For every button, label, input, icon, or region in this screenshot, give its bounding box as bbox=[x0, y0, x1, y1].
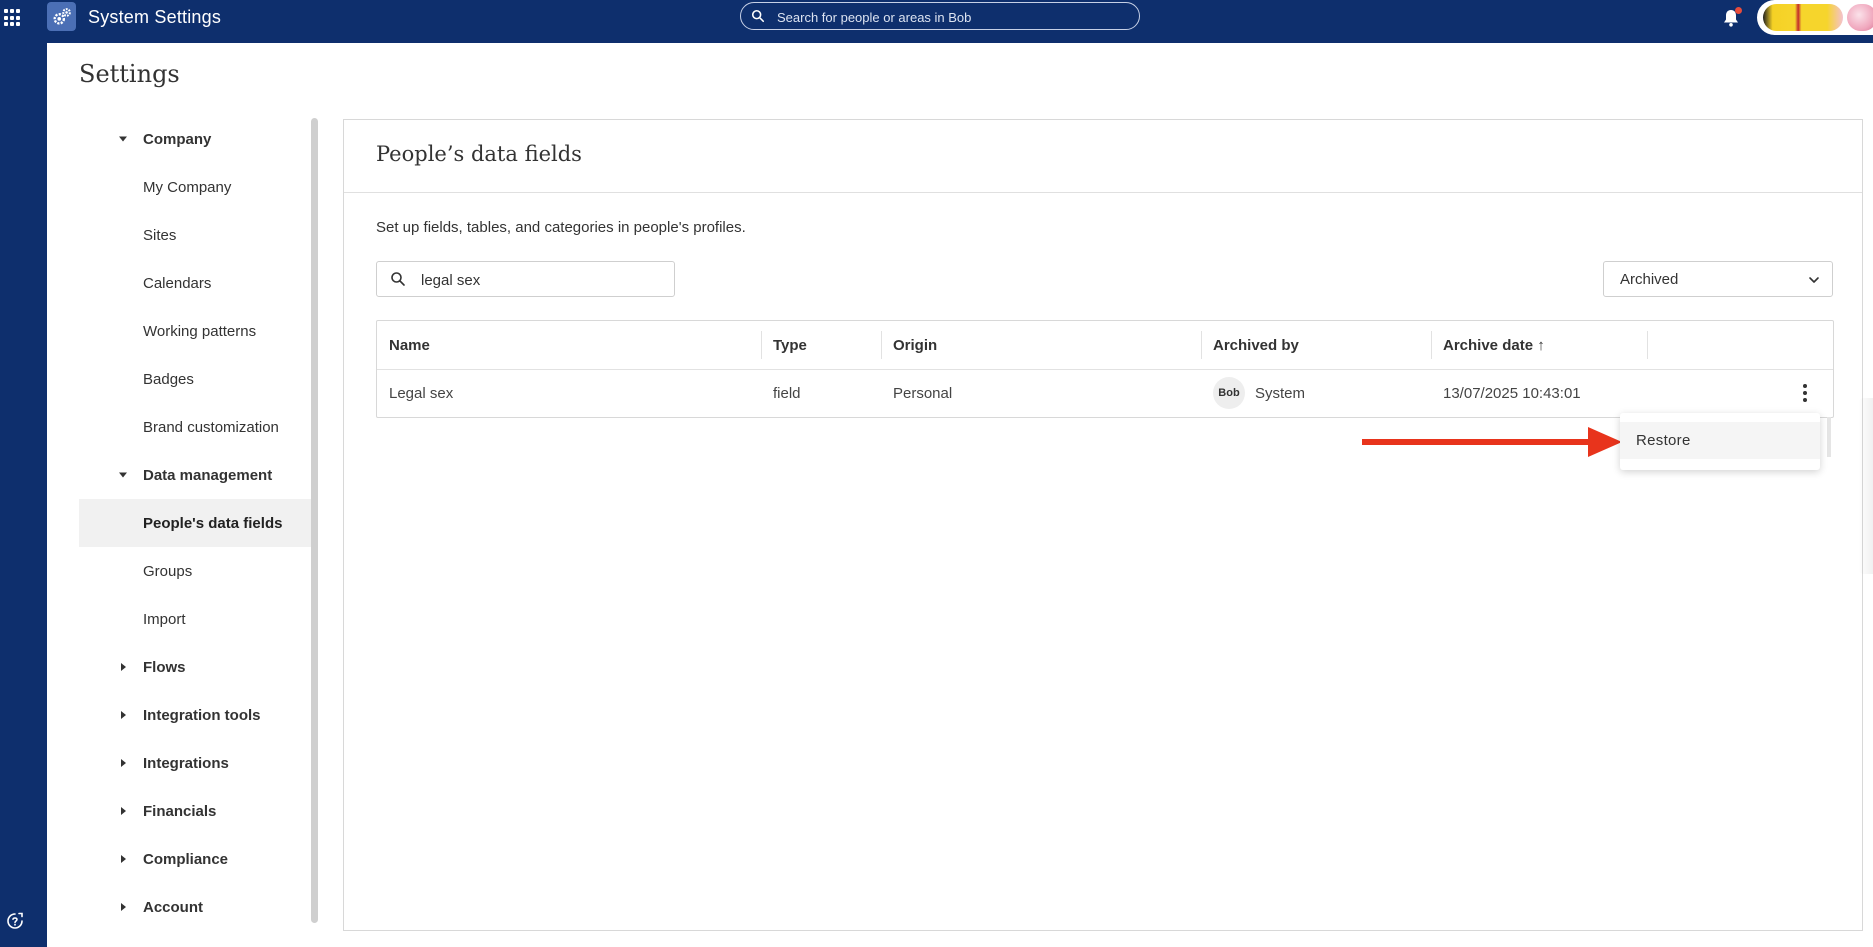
nav-label: Integration tools bbox=[143, 706, 261, 724]
nav-item-brand-customization[interactable]: Brand customization bbox=[79, 403, 313, 451]
settings-gears-icon bbox=[47, 2, 76, 31]
nav-label: Compliance bbox=[143, 850, 229, 868]
nav-label: Account bbox=[143, 898, 203, 916]
column-header-archived-by[interactable]: Archived by bbox=[1213, 321, 1299, 369]
side-panel-edge bbox=[1858, 398, 1873, 574]
caret-right-icon bbox=[121, 711, 126, 719]
nav-item-my-company[interactable]: My Company bbox=[79, 163, 313, 211]
column-resizer[interactable] bbox=[1647, 331, 1648, 359]
global-search-input[interactable] bbox=[775, 6, 1129, 28]
nav-label: Badges bbox=[143, 370, 194, 388]
help-icon[interactable] bbox=[6, 912, 24, 930]
caret-down-icon bbox=[119, 472, 127, 478]
nav-label: Sites bbox=[143, 226, 177, 244]
nav-item-groups[interactable]: Groups bbox=[79, 547, 313, 595]
data-fields-panel: People’s data fields Set up fields, tabl… bbox=[343, 119, 1863, 931]
panel-description: Set up fields, tables, and categories in… bbox=[376, 219, 746, 236]
column-resizer[interactable] bbox=[881, 331, 882, 359]
app-title: System Settings bbox=[88, 7, 222, 27]
nav-label: People's data fields bbox=[143, 514, 283, 532]
panel-title: People’s data fields bbox=[376, 142, 582, 166]
nav-group-integration-tools[interactable]: Integration tools bbox=[79, 691, 313, 739]
nav-scrollbar[interactable] bbox=[311, 118, 318, 923]
search-icon bbox=[751, 9, 765, 23]
nav-group-flows[interactable]: Flows bbox=[79, 643, 313, 691]
nav-item-sites[interactable]: Sites bbox=[79, 211, 313, 259]
column-header-type[interactable]: Type bbox=[773, 321, 807, 369]
row-scrollbar[interactable] bbox=[1827, 417, 1831, 457]
cell-origin: Personal bbox=[893, 384, 953, 402]
nav-label: Company bbox=[143, 130, 212, 148]
nav-label: Brand customization bbox=[143, 418, 279, 436]
caret-down-icon bbox=[119, 136, 127, 142]
column-resizer[interactable] bbox=[1431, 331, 1432, 359]
archived-fields-table: Name Type Origin Archived by Archive dat… bbox=[376, 320, 1834, 457]
caret-right-icon bbox=[121, 855, 126, 863]
panel-divider bbox=[344, 192, 1862, 193]
nav-label: My Company bbox=[143, 178, 232, 196]
cell-name: Legal sex bbox=[389, 384, 454, 402]
caret-right-icon bbox=[121, 663, 126, 671]
nav-label: Groups bbox=[143, 562, 193, 580]
column-resizer[interactable] bbox=[1201, 331, 1202, 359]
archived-by-name: System bbox=[1255, 384, 1306, 402]
restore-label: Restore bbox=[1636, 432, 1691, 449]
nav-group-account[interactable]: Account bbox=[79, 883, 313, 931]
nav-label: Import bbox=[143, 610, 186, 628]
nav-label: Calendars bbox=[143, 274, 212, 292]
caret-right-icon bbox=[121, 807, 126, 815]
cell-type: field bbox=[773, 384, 801, 402]
status-filter-value: Archived bbox=[1620, 271, 1679, 288]
table-header: Name Type Origin Archived by Archive dat… bbox=[377, 321, 1833, 370]
nav-label: Working patterns bbox=[143, 322, 257, 340]
user-avatar[interactable] bbox=[1757, 0, 1873, 35]
bob-avatar: Bob bbox=[1213, 377, 1245, 409]
column-header-name[interactable]: Name bbox=[389, 321, 430, 369]
nav-label: Integrations bbox=[143, 754, 229, 772]
column-header-archive-date[interactable]: Archive date ↑ bbox=[1443, 321, 1545, 369]
nav-group-data-management[interactable]: Data management bbox=[79, 451, 313, 499]
nav-group-company[interactable]: Company bbox=[79, 115, 313, 163]
more-options-icon[interactable] bbox=[1797, 381, 1813, 405]
cell-archive-date: 13/07/2025 10:43:01 bbox=[1443, 384, 1581, 402]
caret-right-icon bbox=[121, 759, 126, 767]
nav-group-integrations[interactable]: Integrations bbox=[79, 739, 313, 787]
cell-archived-by: Bob System bbox=[1213, 369, 1305, 417]
nav-group-financials[interactable]: Financials bbox=[79, 787, 313, 835]
column-header-origin[interactable]: Origin bbox=[893, 321, 937, 369]
avatar-image bbox=[1763, 4, 1843, 31]
restore-menu-item[interactable]: Restore bbox=[1620, 422, 1820, 459]
top-bar: System Settings bbox=[0, 0, 1873, 35]
nav-item-peoples-data-fields[interactable]: People's data fields bbox=[79, 499, 313, 547]
avatar-image-secondary bbox=[1847, 4, 1873, 31]
nav-item-working-patterns[interactable]: Working patterns bbox=[79, 307, 313, 355]
nav-item-calendars[interactable]: Calendars bbox=[79, 259, 313, 307]
nav-label: Flows bbox=[143, 658, 186, 676]
app-grid-icon[interactable] bbox=[4, 9, 22, 27]
caret-right-icon bbox=[121, 903, 126, 911]
fields-search-input[interactable] bbox=[419, 269, 663, 291]
nav-item-import[interactable]: Import bbox=[79, 595, 313, 643]
chevron-down-icon bbox=[1809, 277, 1819, 283]
table-row[interactable]: Legal sex field Personal Bob System 13/0… bbox=[377, 369, 1833, 457]
main-content: Settings Company My Company Sites Calend… bbox=[47, 43, 1873, 947]
arrow-right-icon bbox=[1362, 427, 1622, 457]
nav-label: Financials bbox=[143, 802, 217, 820]
nav-group-compliance[interactable]: Compliance bbox=[79, 835, 313, 883]
fields-search[interactable] bbox=[376, 261, 675, 297]
notification-badge bbox=[1735, 7, 1742, 14]
nav-item-badges[interactable]: Badges bbox=[79, 355, 313, 403]
status-filter-select[interactable]: Archived bbox=[1603, 261, 1833, 297]
page-title: Settings bbox=[79, 60, 180, 88]
global-search[interactable] bbox=[740, 2, 1140, 30]
nav-label: Data management bbox=[143, 466, 273, 484]
row-context-menu: Restore bbox=[1620, 413, 1820, 470]
column-resizer[interactable] bbox=[761, 331, 762, 359]
search-icon bbox=[391, 272, 405, 286]
